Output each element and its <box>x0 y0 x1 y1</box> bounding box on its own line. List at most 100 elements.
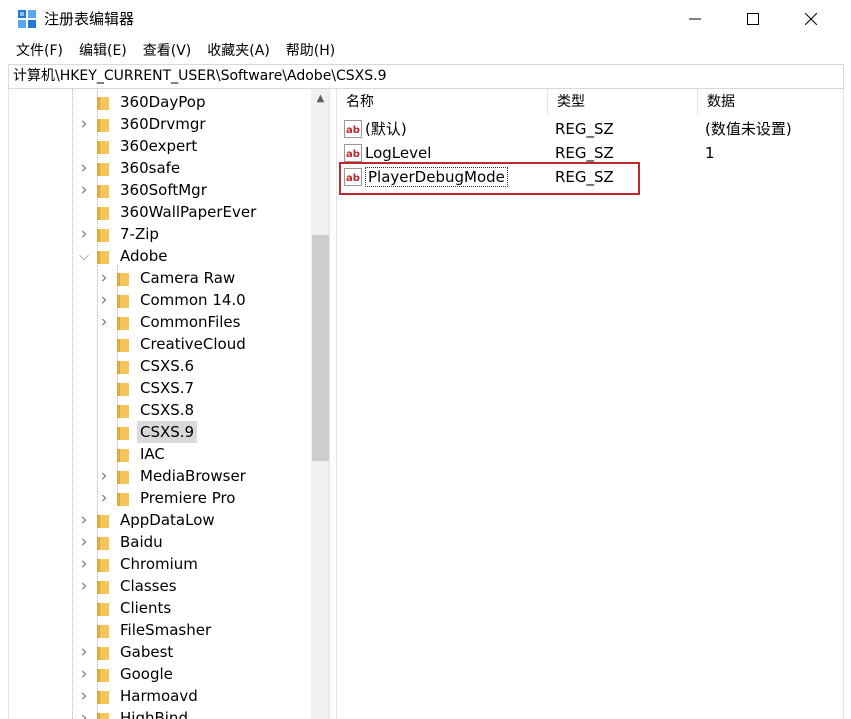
chevron-right-icon[interactable]: › <box>99 289 109 311</box>
tree-item[interactable]: › Google <box>9 663 309 685</box>
minimize-button[interactable] <box>672 0 718 38</box>
tree-item[interactable]: CSXS.9 <box>9 421 309 443</box>
chevron-right-icon[interactable]: › <box>79 223 89 245</box>
tree-item-label[interactable]: CreativeCloud <box>137 333 249 355</box>
chevron-right-icon[interactable]: › <box>99 311 109 333</box>
tree-item-label[interactable]: 360safe <box>117 157 183 179</box>
value-name[interactable]: (默认) <box>365 120 407 138</box>
tree-item[interactable]: › CommonFiles <box>9 311 309 333</box>
tree-item-label[interactable]: Google <box>117 663 176 685</box>
chevron-right-icon[interactable]: › <box>79 531 89 553</box>
chevron-right-icon[interactable]: › <box>99 267 109 289</box>
tree-item[interactable]: › Baidu <box>9 531 309 553</box>
tree-item[interactable]: › 360Drvmgr <box>9 113 309 135</box>
tree-item[interactable]: Clients <box>9 597 309 619</box>
tree-item-label[interactable]: Baidu <box>117 531 166 553</box>
tree-item-label[interactable]: 360Drvmgr <box>117 113 209 135</box>
tree-item[interactable]: 360DayPop <box>9 91 309 113</box>
tree-item[interactable]: › Chromium <box>9 553 309 575</box>
menu-help[interactable]: 帮助(H) <box>278 38 343 64</box>
chevron-right-icon[interactable]: › <box>79 575 89 597</box>
key-tree-pane[interactable]: 360DayPop › 360Drvmgr 360expert › 360safe › 360… <box>8 89 330 719</box>
tree-item[interactable]: › 360safe <box>9 157 309 179</box>
value-data: 1 <box>705 144 715 162</box>
tree-item-label[interactable]: 7-Zip <box>117 223 162 245</box>
tree-item-label[interactable]: Premiere Pro <box>137 487 239 509</box>
column-header-data[interactable]: 数据 <box>698 89 845 115</box>
tree-item[interactable]: FileSmasher <box>9 619 309 641</box>
value-row[interactable]: ab (默认) REG_SZ (数值未设置) <box>337 117 845 141</box>
menu-edit[interactable]: 编辑(E) <box>71 38 135 64</box>
tree-item[interactable]: › Common 14.0 <box>9 289 309 311</box>
address-path[interactable]: 计算机\HKEY_CURRENT_USER\Software\Adobe\CSX… <box>13 67 387 86</box>
tree-item[interactable]: › Gabest <box>9 641 309 663</box>
tree-item-label[interactable]: Gabest <box>117 641 176 663</box>
menu-view[interactable]: 查看(V) <box>135 38 200 64</box>
chevron-right-icon[interactable]: › <box>79 663 89 685</box>
tree-item[interactable]: 360WallPaperEver <box>9 201 309 223</box>
tree-item-label[interactable]: CSXS.6 <box>137 355 197 377</box>
tree-item[interactable]: › AppDataLow <box>9 509 309 531</box>
tree-item-label[interactable]: AppDataLow <box>117 509 218 531</box>
tree-item-label[interactable]: 360expert <box>117 135 200 157</box>
tree-item[interactable]: CSXS.7 <box>9 377 309 399</box>
chevron-right-icon[interactable]: › <box>79 685 89 707</box>
column-header-type[interactable]: 类型 <box>548 89 698 115</box>
tree-item-label[interactable]: CSXS.8 <box>137 399 197 421</box>
tree-item-label[interactable]: 360WallPaperEver <box>117 201 259 223</box>
tree-item[interactable]: › Premiere Pro <box>9 487 309 509</box>
chevron-right-icon[interactable]: › <box>99 465 109 487</box>
menu-file[interactable]: 文件(F) <box>8 38 71 64</box>
chevron-right-icon[interactable]: › <box>99 487 109 509</box>
tree-item-label[interactable]: Camera Raw <box>137 267 238 289</box>
chevron-right-icon[interactable]: › <box>79 509 89 531</box>
tree-item[interactable]: 360expert <box>9 135 309 157</box>
tree-item[interactable]: › MediaBrowser <box>9 465 309 487</box>
chevron-down-icon[interactable]: ⌵ <box>79 245 89 267</box>
column-header-name[interactable]: 名称 <box>337 89 548 115</box>
tree-item-label[interactable]: Harmoavd <box>117 685 201 707</box>
address-bar[interactable]: 计算机\HKEY_CURRENT_USER\Software\Adobe\CSX… <box>8 64 844 89</box>
tree-item[interactable]: › Harmoavd <box>9 685 309 707</box>
chevron-right-icon[interactable]: › <box>79 113 89 135</box>
tree-item[interactable]: CSXS.8 <box>9 399 309 421</box>
tree-item[interactable]: › 360SoftMgr <box>9 179 309 201</box>
tree-item-label[interactable]: 360SoftMgr <box>117 179 210 201</box>
tree-item-label[interactable]: HighBind <box>117 707 191 719</box>
tree-item-label[interactable]: Common 14.0 <box>137 289 249 311</box>
folder-icon <box>97 140 109 154</box>
tree-scrollbar[interactable]: ▲ <box>311 89 329 719</box>
chevron-right-icon[interactable]: › <box>79 179 89 201</box>
tree-item[interactable]: › HighBind <box>9 707 309 719</box>
tree-item[interactable]: CreativeCloud <box>9 333 309 355</box>
tree-item[interactable]: CSXS.6 <box>9 355 309 377</box>
menu-favorites[interactable]: 收藏夹(A) <box>199 38 278 64</box>
tree-item-label[interactable]: CSXS.9 <box>137 421 198 443</box>
tree-item[interactable]: › 7-Zip <box>9 223 309 245</box>
tree-item-label[interactable]: Adobe <box>117 245 170 267</box>
tree-item-label[interactable]: Clients <box>117 597 174 619</box>
chevron-right-icon[interactable]: › <box>79 157 89 179</box>
tree-item-label[interactable]: Chromium <box>117 553 201 575</box>
chevron-right-icon[interactable]: › <box>79 641 89 663</box>
tree-item-label[interactable]: CommonFiles <box>137 311 243 333</box>
tree-item-label[interactable]: FileSmasher <box>117 619 214 641</box>
tree-item-label[interactable]: 360DayPop <box>117 91 208 113</box>
values-list-pane[interactable]: 名称 类型 数据 ab (默认) REG_SZ (数值未设置) ab LogLevel RE… <box>336 89 844 719</box>
tree-item[interactable]: ⌵ Adobe <box>9 245 309 267</box>
maximize-button[interactable] <box>730 0 776 38</box>
chevron-right-icon[interactable]: › <box>79 707 89 719</box>
chevron-right-icon[interactable]: › <box>79 553 89 575</box>
tree-item-label[interactable]: MediaBrowser <box>137 465 249 487</box>
scroll-thumb[interactable] <box>312 235 329 461</box>
scroll-up-button[interactable]: ▲ <box>311 89 329 107</box>
tree-item[interactable]: › Camera Raw <box>9 267 309 289</box>
value-name-cell[interactable]: (默认) <box>365 117 407 141</box>
tree-item[interactable]: › Classes <box>9 575 309 597</box>
tree-item-label[interactable]: IAC <box>137 443 168 465</box>
tree-item[interactable]: IAC <box>9 443 309 465</box>
tree-item-label[interactable]: CSXS.7 <box>137 377 197 399</box>
close-button[interactable] <box>788 0 834 38</box>
tree-item-label[interactable]: Classes <box>117 575 180 597</box>
value-name[interactable]: LogLevel <box>365 144 431 162</box>
